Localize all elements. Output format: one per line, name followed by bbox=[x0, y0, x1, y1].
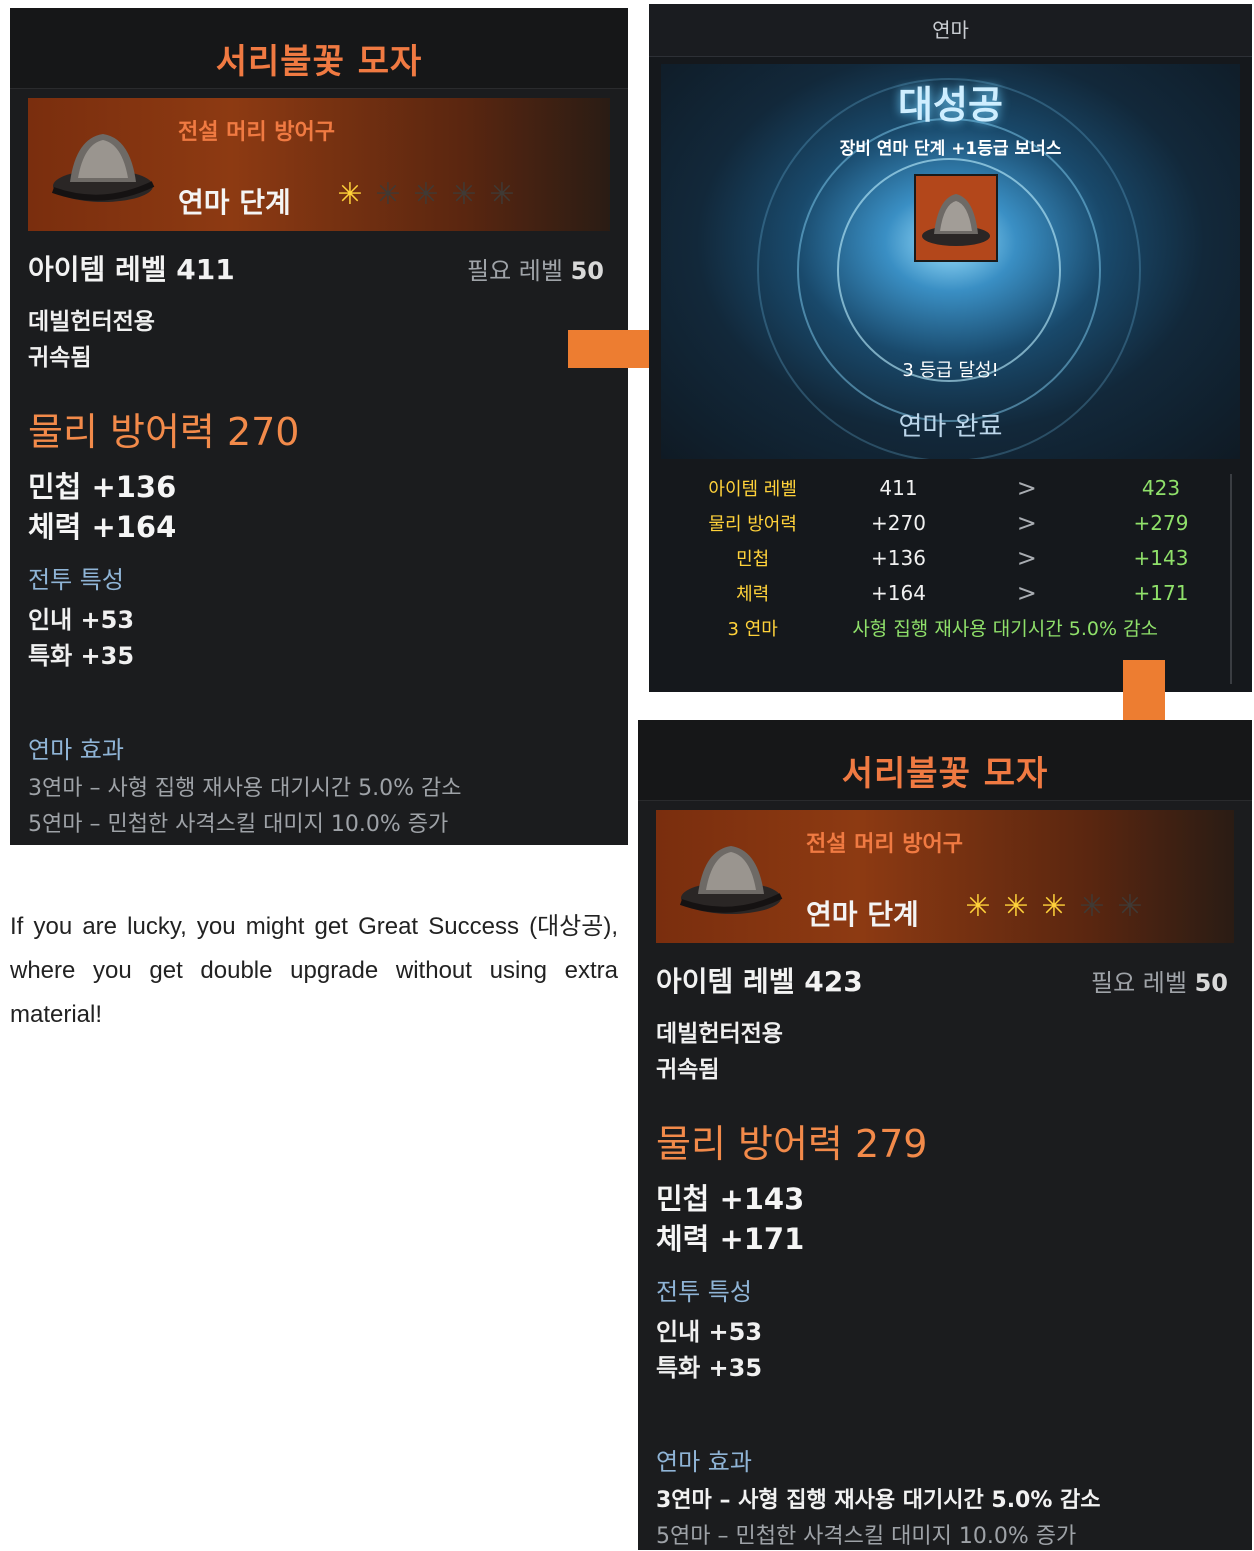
star-icon: ✳ bbox=[1003, 889, 1029, 924]
required-level: 필요 레벨 50 bbox=[467, 251, 604, 286]
caption-text: If you are lucky, you might get Great Su… bbox=[10, 913, 618, 1028]
chevron-right-icon: > bbox=[1016, 473, 1037, 502]
star-icon: ✳ bbox=[1079, 889, 1105, 924]
item-slot bbox=[914, 174, 998, 262]
table-row: 아이템 레벨 411 > 423 bbox=[671, 470, 1231, 505]
row-label: 물리 방어력 bbox=[708, 513, 797, 535]
honing-effect-header: 연마 효과 bbox=[656, 1448, 752, 1476]
class-restriction: 데빌헌터전용 bbox=[28, 309, 155, 335]
item-banner: 전설 머리 방어구 연마 단계 ✳ ✳ ✳ ✳ ✳ bbox=[28, 98, 610, 231]
row-label: 민첩 bbox=[736, 548, 770, 570]
stat-change-table: 아이템 레벨 411 > 423 물리 방어력 +270 > +279 민첩 +… bbox=[671, 470, 1231, 645]
old-value: 411 bbox=[879, 475, 918, 500]
chevron-right-icon: > bbox=[1016, 508, 1037, 537]
honing-effect-3: 3연마 – 사형 집행 재사용 대기시간 5.0% 감소 bbox=[28, 776, 462, 801]
new-value: +171 bbox=[1133, 580, 1189, 605]
required-level-label: 필요 레벨 bbox=[467, 257, 563, 285]
combat-stat-endurance: 인내 +53 bbox=[656, 1318, 763, 1346]
row-label: 체력 bbox=[736, 583, 770, 605]
scrollbar[interactable] bbox=[1230, 474, 1232, 684]
item-tooltip-after: 서리불꽃 모자 전설 머리 방어구 연마 단계 ✳ ✳ ✳ ✳ ✳ 아이템 레벨… bbox=[638, 720, 1252, 1550]
hat-icon bbox=[51, 134, 155, 202]
table-row: 3 연마 사형 집행 재사용 대기시간 5.0% 감소 bbox=[671, 610, 1231, 645]
new-value: 423 bbox=[1141, 475, 1181, 500]
honing-complete-text: 연마 완료 bbox=[898, 412, 1003, 442]
stage-stars: ✳ ✳ ✳ ✳ ✳ bbox=[333, 178, 519, 212]
physical-defense: 물리 방어력 279 bbox=[656, 1122, 928, 1166]
required-level-label: 필요 레벨 bbox=[1091, 969, 1187, 997]
new-value: +143 bbox=[1133, 545, 1189, 570]
chevron-right-icon: > bbox=[1016, 543, 1037, 572]
row-label: 아이템 레벨 bbox=[708, 478, 797, 500]
stat-agility: 민첩 +143 bbox=[656, 1182, 805, 1216]
row-label: 3 연마 bbox=[727, 618, 778, 640]
stat-vitality: 체력 +164 bbox=[28, 510, 177, 544]
star-icon: ✳ bbox=[489, 177, 515, 212]
old-value: +164 bbox=[871, 580, 926, 605]
star-icon: ✳ bbox=[965, 889, 991, 924]
class-restriction: 데빌헌터전용 bbox=[656, 1021, 783, 1047]
honing-effect-5: 5연마 – 민첩한 사격스킬 대미지 10.0% 증가 bbox=[656, 1524, 1077, 1549]
bound-status: 귀속됨 bbox=[656, 1057, 720, 1083]
old-value: +270 bbox=[871, 510, 926, 535]
table-row: 민첩 +136 > +143 bbox=[671, 540, 1231, 575]
combat-stat-specialization: 특화 +35 bbox=[28, 642, 135, 670]
star-icon: ✳ bbox=[1117, 889, 1143, 924]
combat-stats-header: 전투 특성 bbox=[28, 566, 124, 594]
item-category: 전설 머리 방어구 bbox=[178, 120, 335, 145]
star-icon: ✳ bbox=[337, 177, 363, 212]
stage-stars: ✳ ✳ ✳ ✳ ✳ bbox=[961, 890, 1147, 924]
effect-description: 사형 집행 재사용 대기시간 5.0% 감소 bbox=[852, 618, 1159, 640]
table-row: 체력 +164 > +171 bbox=[671, 575, 1231, 610]
star-icon: ✳ bbox=[413, 177, 439, 212]
stat-vitality: 체력 +171 bbox=[656, 1222, 805, 1256]
hat-icon bbox=[922, 194, 990, 246]
item-category: 전설 머리 방어구 bbox=[806, 832, 963, 857]
star-icon: ✳ bbox=[1041, 889, 1067, 924]
star-icon: ✳ bbox=[451, 177, 477, 212]
honing-effect-5: 5연마 – 민첩한 사격스킬 대미지 10.0% 증가 bbox=[28, 812, 449, 837]
stat-agility: 민첩 +136 bbox=[28, 470, 177, 504]
bound-status: 귀속됨 bbox=[28, 345, 92, 371]
honing-result-panel: 연마 대성공 장비 연마 단계 +1등급 보너스 3 등급 달성! 연마 완료 … bbox=[649, 4, 1252, 692]
great-success-title: 대성공 bbox=[898, 83, 1003, 127]
table-row: 물리 방어력 +270 > +279 bbox=[671, 505, 1231, 540]
physical-defense: 물리 방어력 270 bbox=[28, 410, 300, 454]
star-icon: ✳ bbox=[375, 177, 401, 212]
bonus-text: 장비 연마 단계 +1등급 보너스 bbox=[839, 139, 1062, 159]
stage-label: 연마 단계 bbox=[178, 186, 291, 219]
old-value: +136 bbox=[871, 545, 926, 570]
honing-effect-header: 연마 효과 bbox=[28, 736, 124, 764]
stage-label: 연마 단계 bbox=[806, 898, 919, 931]
honing-header: 연마 bbox=[649, 4, 1252, 57]
item-tooltip-before: 서리불꽃 모자 전설 머리 방어구 연마 단계 ✳ ✳ ✳ ✳ ✳ 아이템 레벨… bbox=[10, 8, 628, 845]
required-level-value: 50 bbox=[1194, 969, 1228, 997]
new-value: +279 bbox=[1133, 510, 1189, 535]
honing-effect-3: 3연마 – 사형 집행 재사용 대기시간 5.0% 감소 bbox=[656, 1488, 1101, 1513]
chevron-right-icon: > bbox=[1016, 578, 1037, 607]
item-banner: 전설 머리 방어구 연마 단계 ✳ ✳ ✳ ✳ ✳ bbox=[656, 810, 1234, 943]
combat-stats-header: 전투 특성 bbox=[656, 1278, 752, 1306]
item-name: 서리불꽃 모자 bbox=[215, 42, 423, 82]
combat-stat-specialization: 특화 +35 bbox=[656, 1354, 763, 1382]
item-level: 아이템 레벨 411 bbox=[28, 253, 235, 286]
achievement-text: 3 등급 달성! bbox=[902, 360, 999, 381]
required-level: 필요 레벨 50 bbox=[1091, 963, 1228, 998]
combat-stat-endurance: 인내 +53 bbox=[28, 606, 135, 634]
required-level-value: 50 bbox=[570, 257, 604, 285]
item-level: 아이템 레벨 423 bbox=[656, 965, 863, 998]
hat-icon bbox=[679, 846, 783, 914]
item-name: 서리불꽃 모자 bbox=[841, 754, 1049, 794]
